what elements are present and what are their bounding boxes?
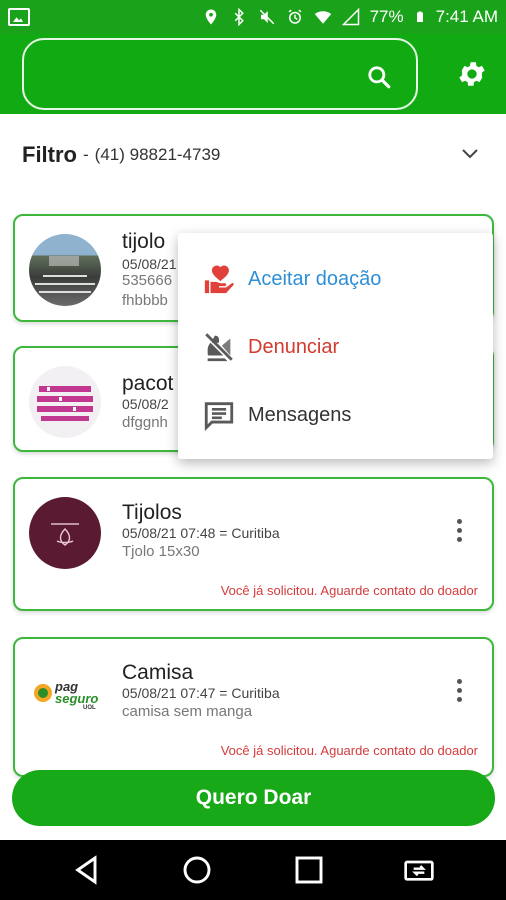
menu-item-label: Aceitar doação bbox=[248, 267, 382, 290]
menu-item-denunciar[interactable]: Denunciar bbox=[178, 313, 493, 381]
item-title: tijolo bbox=[122, 230, 166, 253]
item-extra: 535666 bbox=[122, 272, 173, 289]
item-title: pacot bbox=[122, 372, 174, 395]
filter-dropdown[interactable]: Filtro - (41) 98821-4739 bbox=[22, 138, 482, 172]
search-icon[interactable] bbox=[366, 64, 392, 90]
item-meta: 05/08/2 bbox=[122, 396, 169, 412]
menu-item-label: Denunciar bbox=[248, 335, 340, 358]
message-icon bbox=[204, 402, 234, 432]
donation-card[interactable]: pag seguro UOL Camisa 05/08/21 07:47 = C… bbox=[13, 637, 494, 777]
back-icon[interactable] bbox=[70, 854, 104, 886]
item-meta: 05/08/21 07:47 = Curitiba bbox=[122, 685, 280, 701]
home-icon[interactable] bbox=[180, 854, 214, 886]
mute-icon bbox=[259, 9, 274, 25]
wifi-icon bbox=[314, 11, 331, 24]
alarm-icon bbox=[288, 9, 302, 24]
clock: 7:41 AM bbox=[435, 7, 498, 26]
item-meta: 05/08/21 07:48 = Curitiba bbox=[122, 525, 280, 541]
logo-text: UOL bbox=[83, 705, 96, 711]
cta-label: Quero Doar bbox=[195, 786, 312, 809]
menu-item-mensagens[interactable]: Mensagens bbox=[178, 381, 493, 449]
logo-text: seguro bbox=[55, 691, 99, 706]
item-logo: pag seguro UOL bbox=[29, 657, 101, 729]
request-notice: Você já solicitou. Aguarde contato do do… bbox=[220, 743, 478, 758]
gallery-icon bbox=[8, 8, 30, 26]
search-input[interactable] bbox=[22, 38, 418, 110]
context-menu: Aceitar doação Denunciar Mensagens bbox=[178, 233, 493, 459]
rotate-screen-icon[interactable] bbox=[402, 854, 436, 886]
more-options-button[interactable] bbox=[455, 679, 463, 705]
item-photo bbox=[29, 497, 101, 569]
signal-icon bbox=[341, 8, 359, 26]
chevron-down-icon[interactable] bbox=[458, 142, 482, 166]
quero-doar-button[interactable]: Quero Doar bbox=[12, 770, 495, 826]
item-title: Camisa bbox=[122, 661, 194, 684]
item-description: camisa sem manga bbox=[122, 703, 253, 720]
gear-icon[interactable] bbox=[456, 58, 488, 90]
bluetooth-icon bbox=[234, 8, 244, 26]
filter-phone: (41) 98821-4739 bbox=[94, 145, 221, 164]
hand-heart-icon bbox=[204, 265, 234, 294]
item-meta: 05/08/21 bbox=[122, 256, 177, 272]
request-notice: Você já solicitou. Aguarde contato do do… bbox=[220, 583, 478, 598]
item-description: fhbbbb bbox=[122, 292, 168, 309]
status-bar: 77% 7:41 AM bbox=[0, 0, 506, 34]
battery-icon bbox=[416, 11, 423, 22]
status-icons: 77% 7:41 AM bbox=[202, 7, 498, 27]
menu-item-aceitar[interactable]: Aceitar doação bbox=[178, 245, 493, 313]
recents-icon[interactable] bbox=[292, 854, 326, 886]
location-icon bbox=[205, 9, 216, 25]
donation-card[interactable]: Tijolos 05/08/21 07:48 = Curitiba Tjolo … bbox=[13, 477, 494, 611]
filter-label: Filtro bbox=[22, 142, 77, 167]
item-photo bbox=[29, 234, 101, 306]
app-bar bbox=[0, 34, 506, 114]
item-photo bbox=[29, 366, 101, 438]
item-description: Tjolo 15x30 bbox=[122, 543, 200, 560]
item-description: dfggnh bbox=[122, 414, 168, 431]
item-title: Tijolos bbox=[122, 501, 182, 524]
more-options-button[interactable] bbox=[455, 519, 463, 545]
filter-separator: - bbox=[83, 145, 89, 164]
battery-percent: 77% bbox=[369, 7, 404, 26]
navigation-bar bbox=[0, 840, 506, 900]
menu-item-label: Mensagens bbox=[248, 403, 352, 426]
report-off-icon bbox=[205, 333, 233, 362]
